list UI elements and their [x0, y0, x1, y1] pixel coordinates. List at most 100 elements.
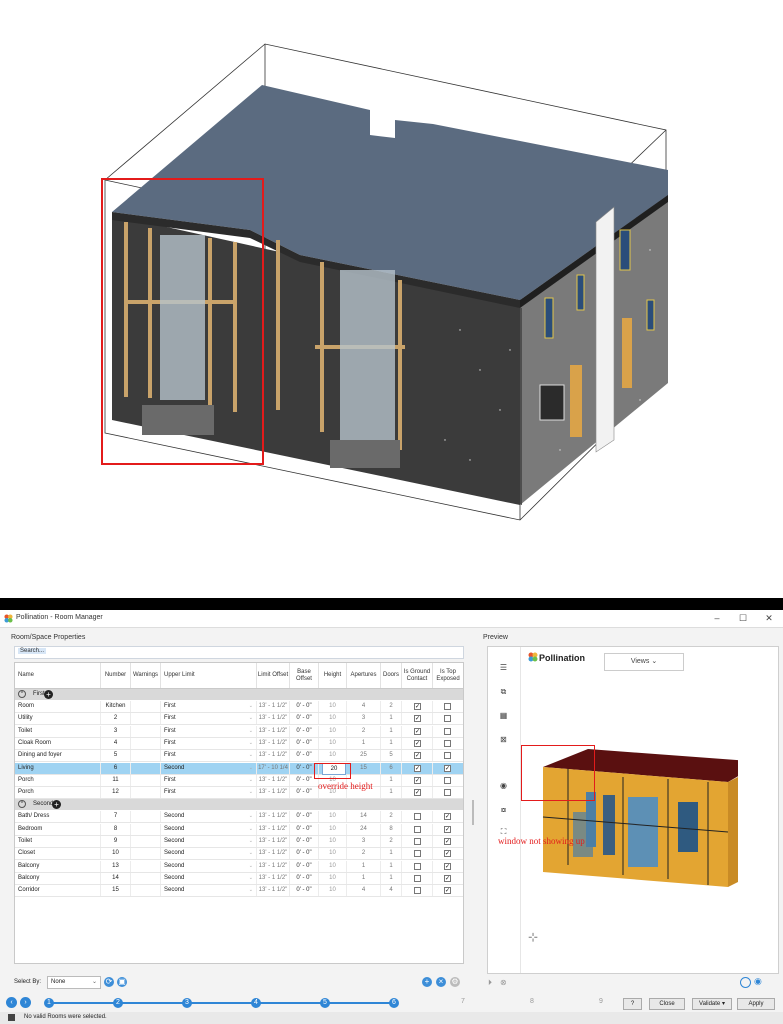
cell-height[interactable]: 10 [319, 737, 347, 749]
cell-base-offset[interactable]: 0' - 0" [290, 811, 319, 823]
table-row[interactable]: Toilet 9 Second ⌄ 13' - 1 1/2" 0' - 0" 10 3 2 ✓ [15, 836, 463, 848]
table-row[interactable]: Bath/ Dress 7 Second ⌄ 13' - 1 1/2" 0' - 0" 10… [15, 811, 463, 824]
maximize-button[interactable]: ☐ [731, 612, 755, 625]
cell-limit-offset[interactable]: 13' - 1 1/2" [257, 737, 290, 749]
ground-contact-checkbox[interactable]: ✓ [414, 776, 421, 784]
cell-limit-offset[interactable]: 13' - 1 1/2" [257, 811, 290, 823]
ground-contact-checkbox[interactable]: ✓ [414, 739, 421, 747]
cell-base-offset[interactable]: 0' - 0" [290, 750, 319, 762]
add-room-icon[interactable]: + [422, 977, 432, 987]
cell-base-offset[interactable]: 0' - 0" [290, 725, 319, 737]
cell-upper-limit[interactable]: Second ⌄ [161, 848, 257, 860]
cell-base-offset[interactable]: 0' - 0" [290, 737, 319, 749]
cell-height[interactable]: 10 [319, 713, 347, 725]
top-exposed-checkbox[interactable]: ✓ [444, 850, 451, 858]
layers-icon[interactable]: ⧇ [499, 805, 508, 814]
cell-upper-limit[interactable]: Second ⌄ [161, 885, 257, 897]
cell-name[interactable]: Toilet [15, 725, 101, 737]
col-warnings[interactable]: Warnings [131, 663, 161, 688]
cell-number[interactable]: 14 [101, 872, 131, 884]
cell-number[interactable]: 13 [101, 860, 131, 872]
cell-height[interactable]: 10 [319, 701, 347, 712]
select-icon[interactable]: ▣ [117, 977, 127, 987]
cell-number[interactable]: 12 [101, 787, 131, 799]
cell-base-offset[interactable]: 0' - 0" [290, 848, 319, 860]
cell-upper-limit[interactable]: First ⌄ [161, 774, 257, 786]
cell-limit-offset[interactable]: 13' - 1 1/2" [257, 725, 290, 737]
group-header-0[interactable]: ^ First + [15, 689, 463, 700]
cell-number[interactable]: 7 [101, 811, 131, 823]
cell-number[interactable]: Kitchen [101, 701, 131, 712]
settings-gear-icon[interactable]: ⚙ [450, 977, 460, 987]
cell-height[interactable]: 10 [319, 836, 347, 847]
cell-name[interactable]: Bath/ Dress [15, 811, 101, 823]
top-exposed-checkbox[interactable] [444, 752, 451, 760]
cell-base-offset[interactable]: 0' - 0" [290, 885, 319, 897]
top-exposed-checkbox[interactable]: ✓ [444, 838, 451, 845]
forward-arrow-icon[interactable]: › [20, 997, 31, 1008]
col-number[interactable]: Number [101, 663, 131, 688]
cell-limit-offset[interactable]: 13' - 1 1/2" [257, 836, 290, 847]
table-row[interactable]: Room Kitchen First ⌄ 13' - 1 1/2" 0' - 0" 10 4 2… [15, 701, 463, 713]
col-upper-limit[interactable]: Upper Limit [161, 663, 257, 688]
collapse-icon[interactable]: ^ [18, 690, 26, 698]
select-by-dropdown[interactable]: None ⌄ [47, 976, 101, 989]
cell-number[interactable]: 10 [101, 848, 131, 860]
cell-limit-offset[interactable]: 13' - 1 1/2" [257, 701, 290, 712]
cell-height[interactable]: 10 [319, 750, 347, 762]
ground-contact-checkbox[interactable] [414, 838, 421, 845]
table-row[interactable]: Porch 12 First ⌄ 13' - 1 1/2" 0' - 0" 10 1 ✓ [15, 787, 463, 800]
cell-height[interactable]: 10 [319, 872, 347, 884]
close-window-button[interactable]: ✕ [757, 612, 781, 625]
cell-number[interactable]: 15 [101, 885, 131, 897]
cell-name[interactable]: Bedroom [15, 823, 101, 835]
table-row[interactable]: Corridor 15 Second ⌄ 13' - 1 1/2" 0' - 0" 10 4 4… [15, 885, 463, 898]
step-4[interactable]: 4 [251, 998, 261, 1008]
cell-number[interactable]: 6 [101, 762, 131, 774]
cancel-icon[interactable]: ⊗ [500, 978, 507, 987]
table-row[interactable]: Toilet 3 First ⌄ 13' - 1 1/2" 0' - 0" 10 2 1 ✓ [15, 725, 463, 738]
toggle-view-icon[interactable] [740, 977, 751, 988]
minimize-button[interactable]: – [705, 612, 729, 625]
cell-limit-offset[interactable]: 13' - 1 1/2" [257, 774, 290, 786]
step-2[interactable]: 2 [113, 998, 123, 1008]
ground-contact-checkbox[interactable]: ✓ [414, 703, 421, 710]
collapse-icon[interactable]: ^ [18, 800, 26, 809]
cell-number[interactable]: 8 [101, 823, 131, 835]
cell-number[interactable]: 11 [101, 774, 131, 786]
cell-limit-offset[interactable]: 13' - 1 1/2" [257, 750, 290, 762]
cell-name[interactable]: Dining and foyer [15, 750, 101, 762]
preview-viewport[interactable]: ☰ ⧉ ▦ ⊠ ◉ ⧇ ⛶ Pollination Views ⌄ window… [487, 646, 779, 974]
help-button[interactable]: ? [623, 998, 642, 1010]
top-exposed-checkbox[interactable]: ✓ [444, 813, 451, 821]
add-room-icon[interactable]: + [44, 690, 53, 699]
ground-contact-checkbox[interactable] [414, 825, 421, 833]
step-1[interactable]: 1 [44, 998, 54, 1008]
table-row[interactable]: Porch 11 First ⌄ 13' - 1 1/2" 0' - 0" 10 1 ✓ [15, 774, 463, 787]
ground-contact-checkbox[interactable]: ✓ [414, 715, 421, 723]
top-exposed-checkbox[interactable]: ✓ [444, 825, 451, 833]
export-icon[interactable]: ⊠ [499, 735, 508, 744]
cell-base-offset[interactable]: 0' - 0" [290, 860, 319, 872]
cell-upper-limit[interactable]: First ⌄ [161, 725, 257, 737]
top-exposed-checkbox[interactable] [444, 789, 451, 797]
cell-base-offset[interactable]: 0' - 0" [290, 836, 319, 847]
col-limit-offset[interactable]: Limit Offset [257, 663, 290, 688]
col-top-exposed[interactable]: Is Top Exposed [433, 663, 463, 688]
table-row[interactable]: Bedroom 8 Second ⌄ 13' - 1 1/2" 0' - 0" 10 24 8 ✓ [15, 823, 463, 836]
cell-upper-limit[interactable]: Second ⌄ [161, 762, 257, 774]
ground-contact-checkbox[interactable] [414, 813, 421, 821]
col-height[interactable]: Height [319, 663, 347, 688]
cell-number[interactable]: 4 [101, 737, 131, 749]
cell-upper-limit[interactable]: First ⌄ [161, 713, 257, 725]
ground-contact-checkbox[interactable] [414, 887, 421, 895]
ground-contact-checkbox[interactable] [414, 862, 421, 870]
cell-limit-offset[interactable]: 13' - 1 1/2" [257, 872, 290, 884]
cell-limit-offset[interactable]: 13' - 1 1/2" [257, 848, 290, 860]
ground-contact-checkbox[interactable] [414, 850, 421, 858]
top-exposed-checkbox[interactable]: ✓ [444, 764, 451, 772]
add-room-icon[interactable]: + [52, 800, 61, 810]
ground-contact-checkbox[interactable]: ✓ [414, 752, 421, 760]
cell-number[interactable]: 2 [101, 713, 131, 725]
cell-base-offset[interactable]: 0' - 0" [290, 713, 319, 725]
